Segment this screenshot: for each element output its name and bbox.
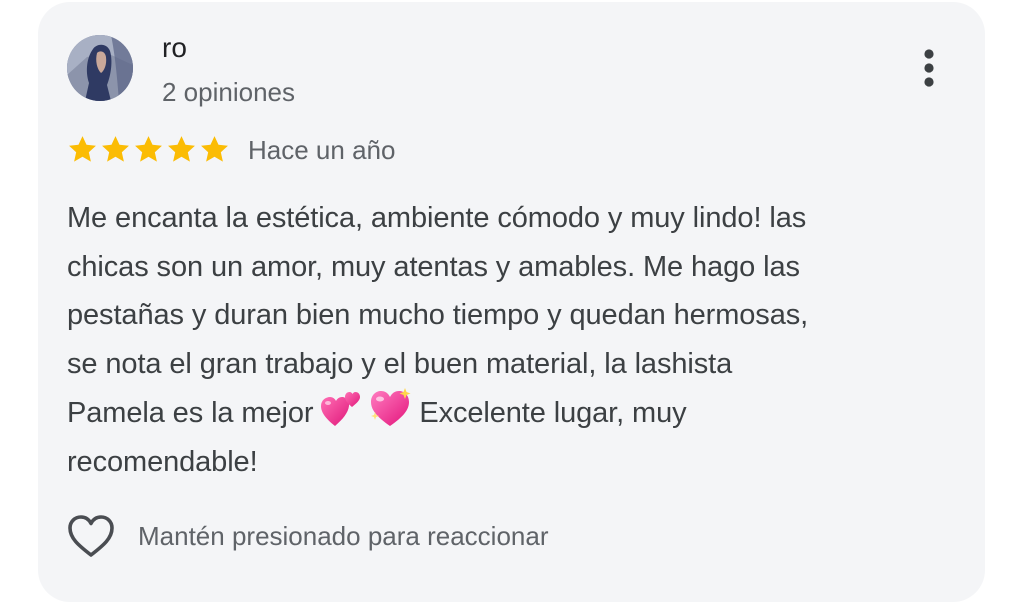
react-hint-text: Mantén presionado para reaccionar: [138, 521, 549, 551]
react-button[interactable]: [66, 513, 116, 559]
star-icon: [69, 136, 96, 162]
more-vert-icon: [924, 49, 934, 87]
review-text-segment: Excelente lugar, muy: [419, 397, 687, 429]
review-text-line: Me encanta la estética, ambiente cómodo …: [67, 202, 807, 234]
review-time: Hace un año: [248, 135, 396, 165]
author-review-count: 2 opiniones: [162, 77, 295, 107]
reaction-row: Mantén presionado para reaccionar: [66, 512, 548, 560]
two-hearts-emoji: [321, 392, 361, 426]
author-name[interactable]: ro: [162, 30, 187, 66]
star-rating: [67, 134, 230, 166]
star-icon: [102, 136, 129, 162]
review-text-segment: Pamela es la mejor: [67, 397, 314, 429]
avatar[interactable]: [67, 35, 133, 101]
star-icon: [135, 136, 162, 162]
review-text-line: recomendable!: [67, 445, 258, 478]
review-text-line: chicas son un amor, muy atentas y amable…: [67, 250, 800, 283]
review-text-line: Pamela es la mejor Excelente lugar, muy: [67, 388, 947, 438]
review-text: Me encanta la estética, ambiente cómodo …: [67, 194, 947, 486]
star-icon: [201, 136, 228, 162]
review-text-line: se nota el gran trabajo y el buen materi…: [67, 347, 733, 380]
more-options-button[interactable]: [908, 44, 950, 92]
review-text-line: pestañas y duran bien mucho tiempo y que…: [67, 299, 809, 331]
heart-outline-icon: [68, 515, 114, 557]
sparkling-heart-emoji: [371, 388, 411, 426]
star-icon: [168, 136, 195, 162]
